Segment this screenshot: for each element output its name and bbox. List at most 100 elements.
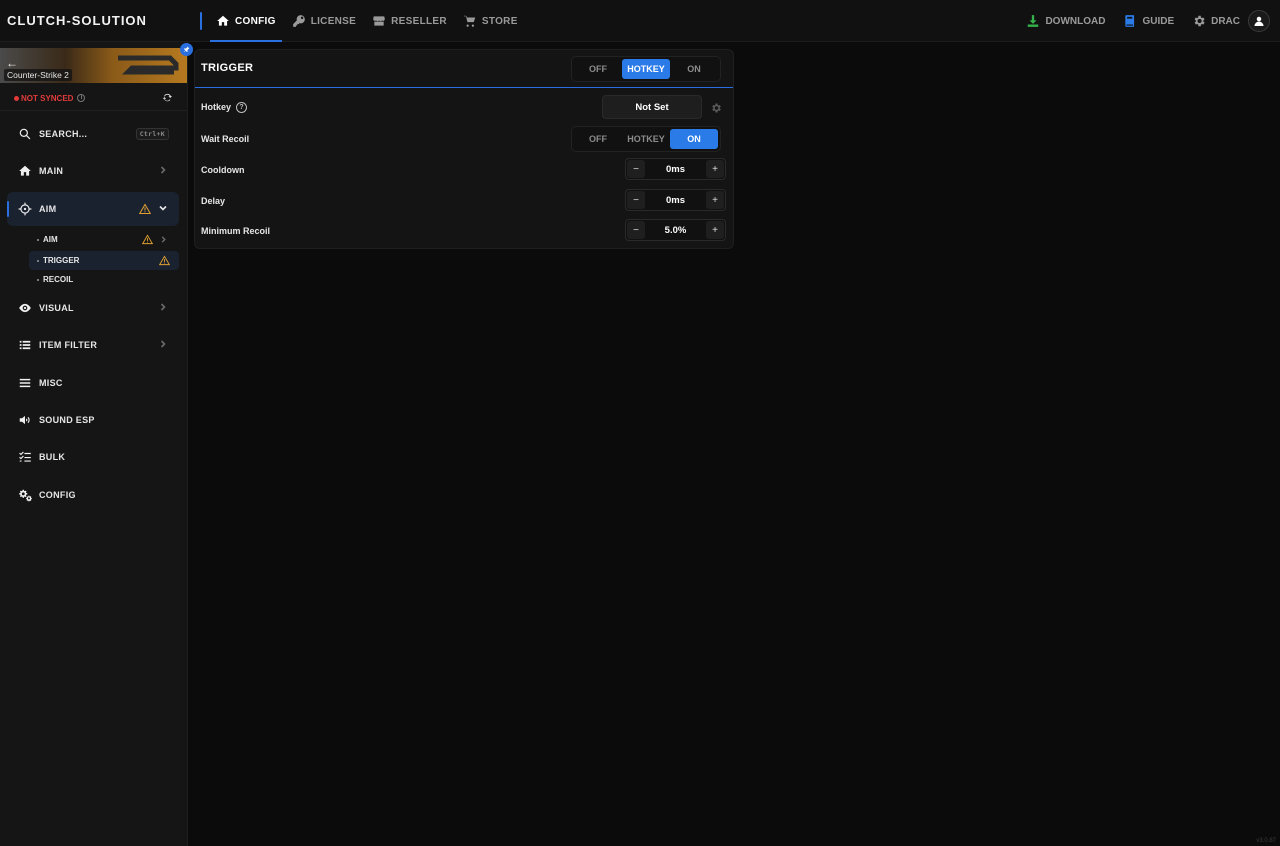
hotkey-row-label: Hotkey?	[201, 102, 248, 114]
sync-status-row: NOT SYNCED i	[14, 92, 174, 104]
download-button[interactable]: DOWNLOAD	[1026, 14, 1105, 28]
mode-on-button[interactable]: ON	[670, 59, 718, 79]
game-name: Counter-Strike 2	[4, 69, 72, 81]
bullet-dot	[37, 238, 39, 241]
chevron-down-icon	[159, 204, 167, 212]
minimum-recoil-label: Minimum Recoil	[201, 226, 271, 236]
store-icon	[373, 16, 385, 26]
delay-value[interactable]: 0ms	[646, 195, 705, 206]
user-name: DRAC	[1211, 15, 1240, 27]
warning-icon	[139, 203, 151, 214]
key-icon	[292, 15, 305, 27]
warning-icon	[142, 234, 153, 245]
sidebar-subitem-trigger[interactable]: TRIGGER	[29, 251, 179, 270]
wait-recoil-on-button[interactable]: ON	[670, 129, 718, 149]
chevron-right-icon	[159, 340, 167, 348]
refresh-icon	[162, 93, 173, 102]
crosshair-icon	[17, 202, 32, 217]
tab-config-label: CONFIG	[235, 15, 276, 27]
tab-store-label: STORE	[481, 15, 518, 27]
subitem-label: AIM	[43, 235, 58, 244]
download-icon	[1028, 15, 1039, 27]
gear-icon	[712, 103, 721, 113]
guide-label: GUIDE	[1142, 15, 1175, 27]
search-label: SEARCH...	[39, 129, 88, 139]
tab-reseller-label: RESELLER	[391, 15, 447, 27]
minimum-recoil-increment-button[interactable]: +	[706, 221, 724, 239]
tab-license-label: LICENSE	[310, 15, 357, 27]
eye-icon	[17, 301, 32, 316]
brand-logo: CLUTCH-SOLUTION	[7, 13, 147, 28]
wait-recoil-hotkey-button[interactable]: HOTKEY	[622, 129, 670, 149]
user-icon	[1254, 16, 1264, 26]
card-header: TRIGGER OFF HOTKEY ON	[195, 50, 733, 88]
delay-label: Delay	[201, 196, 226, 206]
sidebar-item-main[interactable]: MAIN	[7, 154, 179, 188]
gear-icon	[1194, 15, 1205, 27]
mode-hotkey-button[interactable]: HOTKEY	[622, 59, 670, 79]
bullet-dot	[37, 259, 39, 262]
tab-reseller[interactable]: RESELLER	[366, 0, 453, 42]
search-icon	[17, 127, 32, 142]
cooldown-decrement-button[interactable]: −	[627, 160, 645, 178]
user-settings-button[interactable]: DRAC	[1192, 14, 1240, 28]
minimum-recoil-value[interactable]: 5.0%	[646, 225, 705, 236]
sidebar-subitem-aim[interactable]: AIM	[29, 230, 179, 249]
sidebar-item-label: AIM	[39, 204, 57, 214]
sidebar-item-item-filter[interactable]: ITEM FILTER	[7, 328, 179, 362]
search-shortcut: Ctrl+K	[135, 128, 169, 140]
minimum-recoil-decrement-button[interactable]: −	[627, 221, 645, 239]
speaker-icon	[17, 413, 32, 428]
sidebar-item-label: MISC	[39, 378, 63, 388]
refresh-button[interactable]	[162, 92, 174, 104]
sidebar-item-misc[interactable]: MISC	[7, 366, 179, 400]
cooldown-value[interactable]: 0ms	[646, 164, 705, 175]
sidebar-subitem-recoil[interactable]: RECOIL	[29, 270, 179, 289]
cooldown-increment-button[interactable]: +	[706, 160, 724, 178]
pin-button[interactable]	[180, 43, 193, 56]
guide-button[interactable]: GUIDE	[1123, 14, 1174, 28]
sidebar-item-visual[interactable]: VISUAL	[7, 291, 179, 325]
sync-status-text: NOT SYNCED	[21, 93, 74, 103]
back-arrow-icon[interactable]: ←	[6, 56, 18, 70]
mode-off-button[interactable]: OFF	[574, 59, 622, 79]
bullet-dot	[37, 278, 39, 281]
tab-license[interactable]: LICENSE	[286, 0, 362, 42]
sidebar: ← Counter-Strike 2 NOT SYNCED i SEARCH..…	[0, 42, 193, 846]
delay-increment-button[interactable]: +	[706, 191, 724, 209]
cooldown-label: Cooldown	[201, 165, 245, 175]
wait-recoil-off-button[interactable]: OFF	[574, 129, 622, 149]
sidebar-item-bulk[interactable]: BULK	[7, 440, 179, 474]
help-icon[interactable]: ?	[236, 102, 248, 114]
sidebar-item-label: BULK	[39, 452, 66, 462]
hotkey-bind-button[interactable]: Not Set	[602, 95, 702, 119]
info-icon[interactable]: i	[77, 94, 86, 102]
game-banner[interactable]: ← Counter-Strike 2	[0, 48, 187, 83]
game-logo-art	[118, 55, 179, 75]
menu-icon	[17, 376, 32, 391]
version-label: v3.0.87	[1256, 838, 1276, 844]
sidebar-search[interactable]: SEARCH... Ctrl+K	[7, 117, 179, 151]
subitem-label: TRIGGER	[43, 256, 80, 265]
delay-stepper: − 0ms +	[625, 189, 726, 211]
list-icon	[17, 338, 32, 353]
subitem-label: RECOIL	[43, 275, 74, 284]
tab-store[interactable]: STORE	[457, 0, 524, 42]
trigger-card: TRIGGER OFF HOTKEY ON Hotkey? Not Set Wa…	[194, 49, 734, 249]
sidebar-item-label: VISUAL	[39, 303, 74, 313]
cooldown-stepper: − 0ms +	[625, 158, 726, 180]
chevron-right-icon	[159, 303, 167, 311]
gears-icon	[17, 488, 32, 503]
download-label: DOWNLOAD	[1045, 15, 1106, 27]
sidebar-item-sound-esp[interactable]: SOUND ESP	[7, 403, 179, 437]
sync-status-dot	[14, 95, 19, 101]
hotkey-settings-button[interactable]	[710, 101, 722, 113]
sidebar-item-aim[interactable]: AIM	[7, 192, 179, 226]
tab-config[interactable]: CONFIG	[210, 0, 282, 42]
avatar[interactable]	[1248, 10, 1270, 32]
delay-decrement-button[interactable]: −	[627, 191, 645, 209]
hotkey-label: Hotkey	[201, 102, 232, 112]
page-title: TRIGGER	[201, 62, 254, 74]
sidebar-item-label: MAIN	[39, 166, 64, 176]
sidebar-item-config[interactable]: CONFIG	[7, 478, 179, 512]
